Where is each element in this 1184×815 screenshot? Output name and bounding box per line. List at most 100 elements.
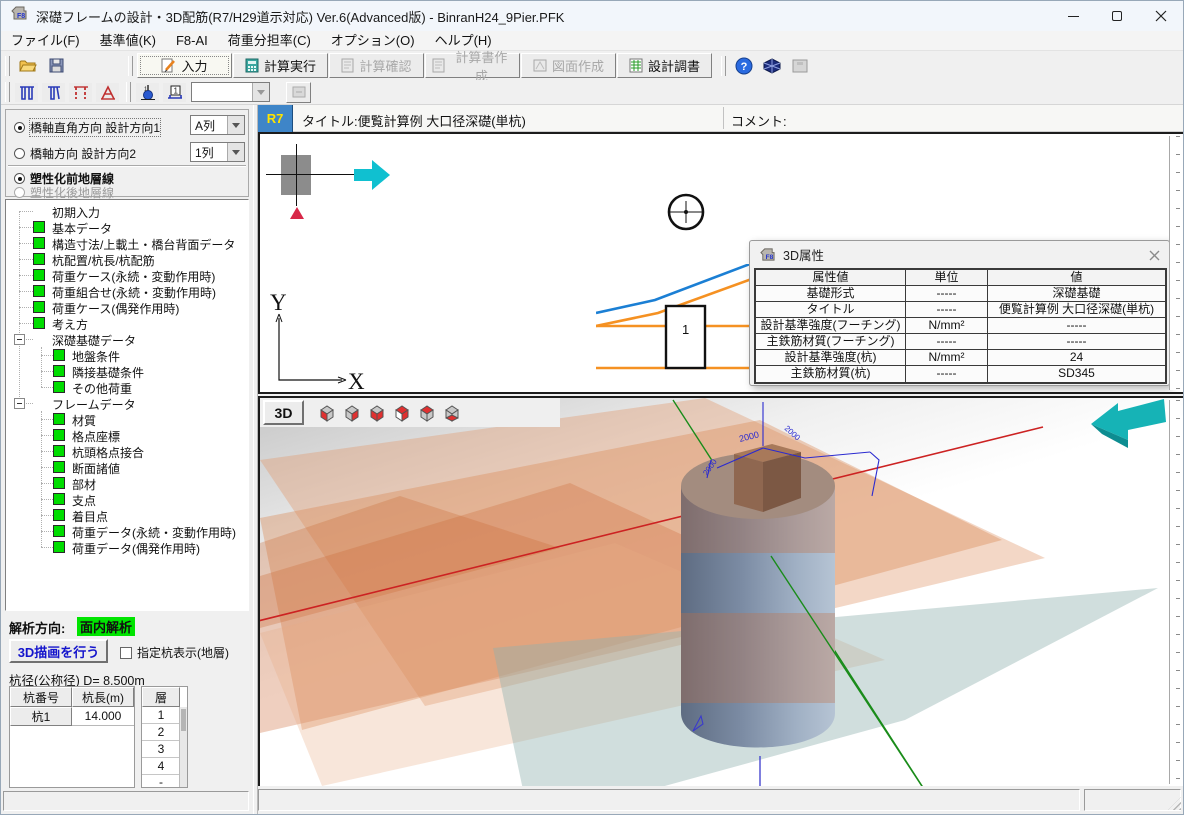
layer-row[interactable]: 1 (142, 707, 180, 724)
tree-item-load-case-perm[interactable]: 荷重ケース(永続・変動作用時) (6, 267, 248, 283)
tree-item-ground-conditions[interactable]: 地盤条件 (6, 347, 248, 363)
toolbar-grip[interactable] (126, 82, 131, 102)
divider (8, 165, 246, 167)
menu-load-share[interactable]: 荷重分担率(C) (218, 31, 321, 51)
status-complete-icon (33, 317, 45, 329)
member-number-button[interactable]: 1 (162, 82, 187, 103)
tree-item-members[interactable]: 部材 (6, 475, 248, 491)
frame-a-icon (99, 84, 117, 101)
tree-item-pile-layout[interactable]: 杭配置/杭長/杭配筋 (6, 251, 248, 267)
view-cube-front-button[interactable] (315, 402, 339, 424)
chevron-down-icon (232, 150, 240, 155)
layer-row[interactable]: 3 (142, 741, 180, 758)
attr-name: タイトル (756, 302, 906, 318)
view-cube-bottom-button[interactable] (440, 402, 464, 424)
toolbar-grip[interactable] (721, 56, 726, 76)
menu-file[interactable]: ファイル(F) (1, 31, 90, 51)
tree-item-load-data-perm[interactable]: 荷重データ(永続・変動作用時) (6, 523, 248, 539)
tree-item-load-case-acc[interactable]: 荷重ケース(偶発作用時) (6, 299, 248, 315)
view-cube-top-button[interactable] (415, 402, 439, 424)
layer-row[interactable]: - (142, 775, 180, 788)
pile-table-header-length[interactable]: 杭長(m) (72, 687, 134, 707)
extra-tool-button[interactable] (787, 54, 813, 78)
toolbar-grip[interactable] (5, 56, 10, 76)
col-select[interactable]: 1列 (190, 142, 245, 162)
view-select-combobox[interactable] (191, 82, 270, 102)
3d-model-viewport[interactable]: 2000 2000 2000 3D (258, 396, 1184, 788)
radio-design-direction-2[interactable]: 橋軸方向 設計方向2 (14, 145, 136, 162)
app-logo-icon: F8 (759, 247, 776, 262)
tree-item-supports[interactable]: 支点 (6, 491, 248, 507)
pile-length-cell[interactable]: 14.000 (72, 707, 134, 726)
combobox-arrow-button[interactable] (227, 116, 244, 134)
layer-table-header[interactable]: 層 (142, 687, 180, 707)
pier-side-view-button[interactable] (41, 82, 66, 103)
tree-item-pile-head-joint[interactable]: 杭頭格点接合 (6, 443, 248, 459)
scrollbar-thumb[interactable] (181, 709, 186, 731)
radio-label: 橋軸直角方向 設計方向1 (30, 119, 160, 136)
tree-item-other-loads[interactable]: その他荷重 (6, 379, 248, 395)
view-cube-right-button[interactable] (390, 402, 414, 424)
combobox-arrow-button[interactable] (227, 143, 244, 161)
3d-attributes-dialog[interactable]: F8 3D属性 属性値 単位 値 基礎形式 ----- 深礎基礎 (749, 240, 1170, 386)
radio-design-direction-1[interactable]: 橋軸直角方向 設計方向1 (14, 119, 160, 136)
close-button[interactable] (1139, 1, 1183, 31)
toolbar-grip[interactable] (5, 82, 10, 102)
tree-item-check-points[interactable]: 着目点 (6, 507, 248, 523)
tree-item-initial-input[interactable]: 初期入力 (6, 203, 248, 219)
save-file-button[interactable] (43, 54, 69, 78)
layer-table-scrollbar[interactable] (179, 707, 187, 787)
tree-item-caisson-data[interactable]: 深礎基礎データ (6, 331, 248, 347)
mode-drawing-button[interactable]: 図面作成 (521, 53, 616, 78)
minimize-button[interactable] (1051, 1, 1095, 31)
toolbar-grip[interactable] (128, 56, 133, 76)
pile-row-header[interactable]: 杭1 (10, 707, 72, 726)
mode-input-button[interactable]: 入力 (137, 53, 232, 78)
view-cube-back-button[interactable] (340, 402, 364, 424)
tree-item-load-data-acc[interactable]: 荷重データ(偶発作用時) (6, 539, 248, 555)
dialog-title-bar[interactable]: F8 3D属性 (750, 241, 1169, 267)
pile-display-checkbox[interactable]: 指定杭表示(地層) (120, 644, 229, 661)
open-file-button[interactable] (15, 54, 41, 78)
help-button[interactable]: ? (731, 54, 757, 78)
view-cube-left-button[interactable] (365, 402, 389, 424)
tree-item-basic-data[interactable]: 基本データ (6, 219, 248, 235)
pile-table-header-number[interactable]: 杭番号 (10, 687, 72, 707)
collapse-icon[interactable] (14, 334, 25, 345)
f8-3d-button[interactable] (759, 54, 785, 78)
combobox-arrow-button[interactable] (252, 83, 269, 101)
dialog-close-button[interactable] (1145, 246, 1163, 264)
draw-3d-button[interactable]: 3D描画を行う (9, 639, 108, 663)
mode-calc-check-button[interactable]: 計算確認 (329, 53, 424, 78)
collapse-icon[interactable] (14, 398, 25, 409)
menu-f8ai[interactable]: F8-AI (166, 31, 218, 51)
tree-item-frame-data[interactable]: フレームデータ (6, 395, 248, 411)
pile-layout-view-button[interactable] (68, 82, 93, 103)
tree-item-policy[interactable]: 考え方 (6, 315, 248, 331)
support-point-button[interactable]: 1 (135, 82, 160, 103)
menu-options[interactable]: オプション(O) (321, 31, 425, 51)
svg-text:Y: Y (270, 290, 287, 315)
disabled-tool-button[interactable] (286, 82, 311, 103)
layer-row[interactable]: 2 (142, 724, 180, 741)
tree-item-adjacent-foundation[interactable]: 隣接基礎条件 (6, 363, 248, 379)
pier-front-view-button[interactable] (14, 82, 39, 103)
mode-report-label: 計算書作成 (450, 47, 513, 85)
3d-mode-button[interactable]: 3D (263, 400, 304, 425)
maximize-button[interactable] (1095, 1, 1139, 31)
svg-text:1: 1 (682, 322, 689, 337)
tree-item-material[interactable]: 材質 (6, 411, 248, 427)
2d-model-view[interactable]: Y X 1 F8 3D属性 (258, 132, 1184, 394)
r7-code-tab[interactable]: R7 (258, 105, 293, 132)
mode-calc-run-button[interactable]: 計算実行 (233, 53, 328, 78)
mode-report-button[interactable]: 計算書作成 (425, 53, 520, 78)
mode-design-doc-button[interactable]: 設計調書 (617, 53, 712, 78)
menu-standards[interactable]: 基準値(K) (90, 31, 166, 51)
layer-row[interactable]: 4 (142, 758, 180, 775)
row-select[interactable]: A列 (190, 115, 245, 135)
frame-view-button[interactable] (95, 82, 120, 103)
tree-item-structure-dims[interactable]: 構造寸法/上載土・橋台背面データ (6, 235, 248, 251)
tree-item-node-coords[interactable]: 格点座標 (6, 427, 248, 443)
tree-item-section-values[interactable]: 断面諸値 (6, 459, 248, 475)
tree-item-load-combo[interactable]: 荷重組合せ(永続・変動作用時) (6, 283, 248, 299)
